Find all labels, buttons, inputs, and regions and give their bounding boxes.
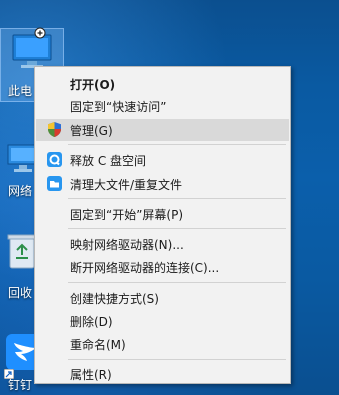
menu-item-label: 属性(R) (70, 368, 112, 382)
menu-item-label: 固定到“快速访问” (70, 100, 167, 114)
menu-item-label: 管理(G) (70, 124, 113, 138)
menu-separator (68, 144, 286, 145)
menu-item-label: 创建快捷方式(S) (70, 292, 159, 306)
zoom-badge-icon (34, 24, 46, 43)
menu-item-rename[interactable]: 重命名(M) (36, 333, 289, 355)
menu-item-label: 打开(O) (70, 78, 116, 92)
menu-item-pin-quick-access[interactable]: 固定到“快速访问” (36, 95, 289, 117)
menu-item-label: 固定到“开始”屏幕(P) (70, 208, 184, 222)
menu-item-delete[interactable]: 删除(D) (36, 310, 289, 332)
menu-separator (68, 359, 286, 360)
uac-shield-icon (46, 121, 63, 138)
menu-item-label: 映射网络驱动器(N)... (70, 238, 184, 252)
desktop-icon-label: 钉钉 (8, 378, 33, 392)
desktop-icon-label: 网络 (8, 184, 33, 198)
menu-item-manage[interactable]: 管理(G) (36, 119, 289, 141)
menu-item-label: 释放 C 盘空间 (70, 154, 147, 168)
menu-item-map-network-drive[interactable]: 映射网络驱动器(N)... (36, 233, 289, 255)
desktop-icon-label: 回收 (8, 286, 33, 300)
menu-separator (68, 282, 286, 283)
menu-item-open[interactable]: 打开(O) (36, 73, 289, 95)
menu-item-label: 断开网络驱动器的连接(C)... (70, 261, 220, 275)
menu-item-label: 重命名(M) (70, 338, 126, 352)
menu-separator (68, 198, 286, 199)
menu-item-label: 删除(D) (70, 315, 113, 329)
menu-separator (68, 228, 286, 229)
cleanup-icon (46, 151, 63, 168)
menu-item-pin-start[interactable]: 固定到“开始”屏幕(P) (36, 203, 289, 225)
desktop-icon-label: 此电 (8, 84, 33, 98)
menu-item-label: 清理大文件/重复文件 (70, 178, 183, 192)
folder-clean-icon (46, 175, 63, 192)
context-menu: 打开(O) 固定到“快速访问” 管理(G) 释放 C 盘空间 清理大文件/重复文… (34, 66, 291, 384)
menu-item-create-shortcut[interactable]: 创建快捷方式(S) (36, 287, 289, 309)
menu-item-properties[interactable]: 属性(R) (36, 363, 289, 385)
menu-item-clean-large-files[interactable]: 清理大文件/重复文件 (36, 173, 289, 195)
menu-item-disconnect-network-drive[interactable]: 断开网络驱动器的连接(C)... (36, 256, 289, 278)
menu-item-free-c-space[interactable]: 释放 C 盘空间 (36, 149, 289, 171)
